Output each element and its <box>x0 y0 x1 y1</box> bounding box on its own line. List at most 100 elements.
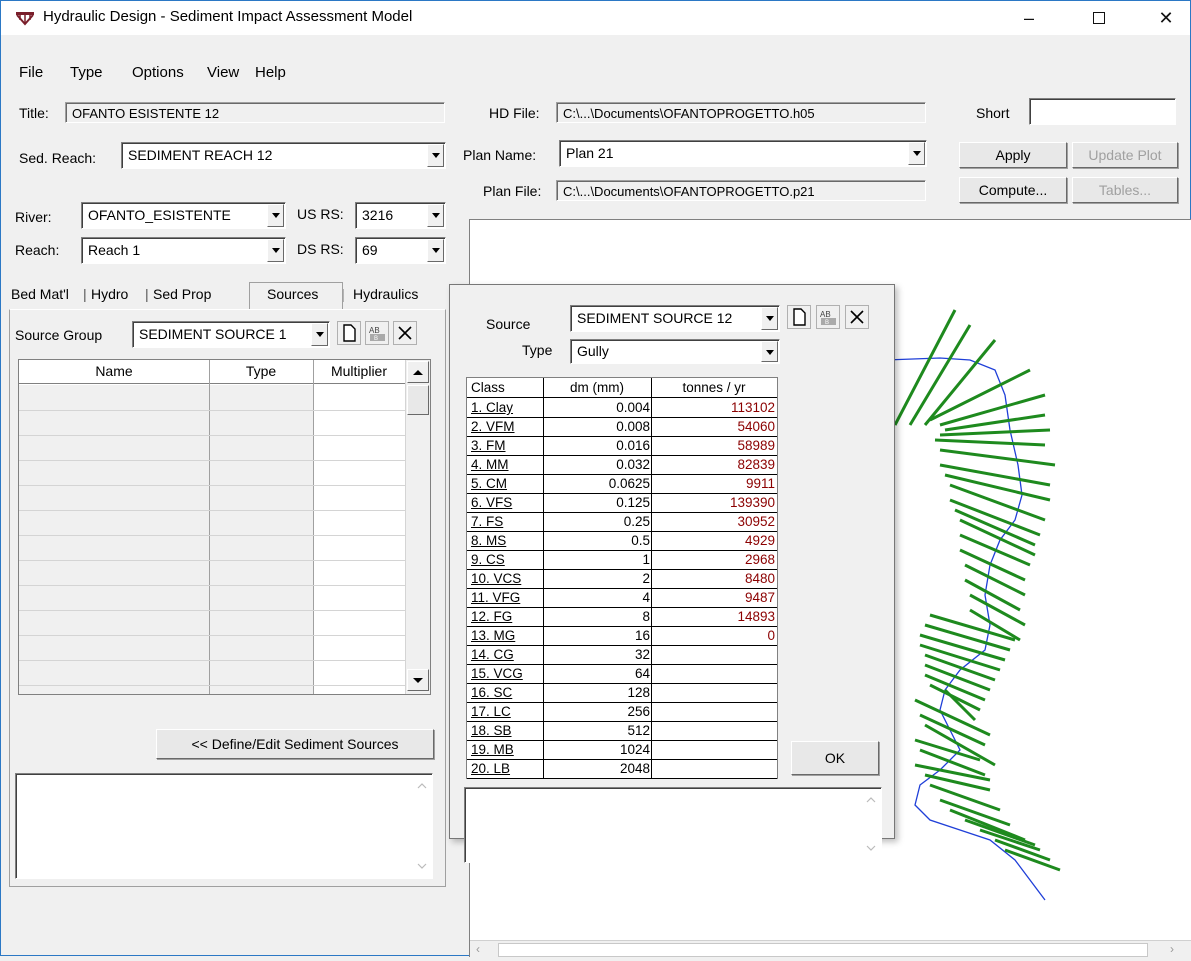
scroll-thumb[interactable] <box>407 385 429 415</box>
source-select[interactable]: SEDIMENT SOURCE 12 <box>570 305 780 332</box>
sources-grid[interactable]: Name Type Multiplier <box>18 359 431 695</box>
menu-file[interactable]: File <box>19 64 43 81</box>
scroll-up-button[interactable] <box>407 361 429 383</box>
grain-class-row[interactable]: 4. MM 0.032 82839 <box>467 456 777 473</box>
new-group-button[interactable] <box>337 321 361 345</box>
compute-button[interactable]: Compute... <box>959 177 1067 203</box>
grain-class-tonnes[interactable]: 30952 <box>653 513 775 530</box>
notes-textarea[interactable] <box>15 773 433 879</box>
grain-class-row[interactable]: 9. CS 1 2968 <box>467 551 777 568</box>
scroll-left-icon[interactable]: ‹ <box>476 942 480 956</box>
rename-source-button[interactable]: AB B <box>816 305 840 329</box>
tab-hydro[interactable]: Hydro <box>91 286 128 302</box>
grain-class-tonnes[interactable]: 9487 <box>653 589 775 606</box>
grain-class-tonnes[interactable]: 113102 <box>653 399 775 416</box>
tab-sed-prop[interactable]: Sed Prop <box>153 286 211 302</box>
grain-class-row[interactable]: 12. FG 8 14893 <box>467 608 777 625</box>
grain-class-tonnes[interactable]: 4929 <box>653 532 775 549</box>
ds-rs-select[interactable]: 69 <box>355 237 446 264</box>
grain-class-row[interactable]: 7. FS 0.25 30952 <box>467 513 777 530</box>
grain-class-row[interactable]: 15. VCG 64 <box>467 665 777 682</box>
grain-class-row[interactable]: 18. SB 512 <box>467 722 777 739</box>
grain-class-tonnes[interactable]: 58989 <box>653 437 775 454</box>
source-notes-textarea[interactable] <box>464 787 882 863</box>
river-select[interactable]: OFANTO_ESISTENTE <box>81 202 286 229</box>
grain-class-tonnes[interactable]: 2968 <box>653 551 775 568</box>
tab-hydraulics[interactable]: Hydraulics <box>353 286 418 302</box>
menu-view[interactable]: View <box>207 64 239 81</box>
grain-class-table[interactable]: Class dm (mm) tonnes / yr 1. Clay 0.004 11… <box>466 377 778 779</box>
grain-class-row[interactable]: 20. LB 2048 <box>467 760 777 777</box>
define-sediment-sources-button[interactable]: << Define/Edit Sediment Sources <box>156 729 434 759</box>
title-field[interactable]: OFANTO ESISTENTE 12 <box>65 102 445 123</box>
grain-class-tonnes[interactable]: 8480 <box>653 570 775 587</box>
grain-class-row[interactable]: 6. VFS 0.125 139390 <box>467 494 777 511</box>
apply-button[interactable]: Apply <box>959 142 1067 168</box>
menu-help[interactable]: Help <box>255 64 286 81</box>
grain-class-row[interactable]: 2. VFM 0.008 54060 <box>467 418 777 435</box>
grain-class-row[interactable]: 14. CG 32 <box>467 646 777 663</box>
grain-class-row[interactable]: 5. CM 0.0625 9911 <box>467 475 777 492</box>
ok-button[interactable]: OK <box>791 741 879 775</box>
grain-class-row[interactable]: 1. Clay 0.004 113102 <box>467 399 777 416</box>
menu-options[interactable]: Options <box>132 64 184 81</box>
grain-class-row[interactable]: 10. VCS 2 8480 <box>467 570 777 587</box>
plot-h-scrollbar[interactable]: ‹ › <box>470 940 1191 958</box>
chevron-down-icon[interactable] <box>427 239 444 262</box>
chevron-down-icon[interactable] <box>761 307 778 330</box>
us-rs-select[interactable]: 3216 <box>355 202 446 229</box>
chevron-down-icon[interactable] <box>311 323 328 346</box>
chevron-down-icon[interactable] <box>761 341 778 362</box>
grain-class-row[interactable]: 16. SC 128 <box>467 684 777 701</box>
plan-name-label: Plan Name: <box>463 147 537 163</box>
close-button[interactable]: ✕ <box>1143 1 1189 35</box>
sed-reach-select[interactable]: SEDIMENT REACH 12 <box>121 142 446 169</box>
grain-class-tonnes[interactable]: 54060 <box>653 418 775 435</box>
short-input[interactable] <box>1029 98 1176 125</box>
grain-class-name: 5. CM <box>471 476 508 491</box>
minimize-button[interactable]: – <box>1006 1 1052 35</box>
delete-source-button[interactable] <box>845 305 869 329</box>
grain-class-dm: 0.0625 <box>608 476 650 491</box>
grain-row-divider <box>467 778 777 779</box>
grain-class-row[interactable]: 17. LC 256 <box>467 703 777 720</box>
chevron-down-icon[interactable] <box>427 144 444 167</box>
grain-class-tonnes[interactable]: 139390 <box>653 494 775 511</box>
chevron-down-icon[interactable] <box>908 142 925 165</box>
grain-class-name: 16. SC <box>471 685 513 700</box>
grain-class-tonnes[interactable]: 9911 <box>653 475 775 492</box>
delete-group-button[interactable] <box>393 321 417 345</box>
source-group-select[interactable]: SEDIMENT SOURCE 1 <box>132 321 330 348</box>
notes-scrollbar[interactable] <box>412 774 432 878</box>
grain-class-tonnes[interactable]: 14893 <box>653 608 775 625</box>
chevron-down-icon[interactable] <box>267 204 284 227</box>
rename-group-button[interactable]: AB B <box>365 321 389 345</box>
maximize-button[interactable] <box>1076 1 1122 35</box>
source-notes-scrollbar[interactable] <box>861 788 881 862</box>
type-select[interactable]: Gully <box>570 339 780 364</box>
grain-class-row[interactable]: 11. VFG 4 9487 <box>467 589 777 606</box>
cross-section-line <box>944 413 1046 432</box>
grain-class-tonnes[interactable]: 82839 <box>653 456 775 473</box>
update-plot-button[interactable]: Update Plot <box>1072 142 1178 168</box>
sources-grid-scrollbar[interactable] <box>405 360 430 694</box>
plan-name-select[interactable]: Plan 21 <box>559 140 927 167</box>
tables-button[interactable]: Tables... <box>1072 177 1178 203</box>
cross-section-line <box>964 563 1026 597</box>
grain-class-row[interactable]: 3. FM 0.016 58989 <box>467 437 777 454</box>
grain-class-row[interactable]: 13. MG 16 0 <box>467 627 777 644</box>
reach-select[interactable]: Reach 1 <box>81 237 286 264</box>
new-source-button[interactable] <box>787 305 811 329</box>
plan-name-value: Plan 21 <box>566 145 614 161</box>
grain-class-tonnes[interactable]: 0 <box>653 627 775 644</box>
tab-bed-matl[interactable]: Bed Mat'l <box>11 286 69 302</box>
plot-h-scroll-thumb[interactable] <box>498 943 1148 957</box>
grain-class-row[interactable]: 8. MS 0.5 4929 <box>467 532 777 549</box>
chevron-down-icon[interactable] <box>427 204 444 227</box>
chevron-down-icon[interactable] <box>267 239 284 262</box>
scroll-down-button[interactable] <box>407 669 429 691</box>
menu-type[interactable]: Type <box>70 64 103 81</box>
svg-text:AB: AB <box>369 326 380 335</box>
scroll-right-icon[interactable]: › <box>1170 942 1174 956</box>
grain-class-row[interactable]: 19. MB 1024 <box>467 741 777 758</box>
